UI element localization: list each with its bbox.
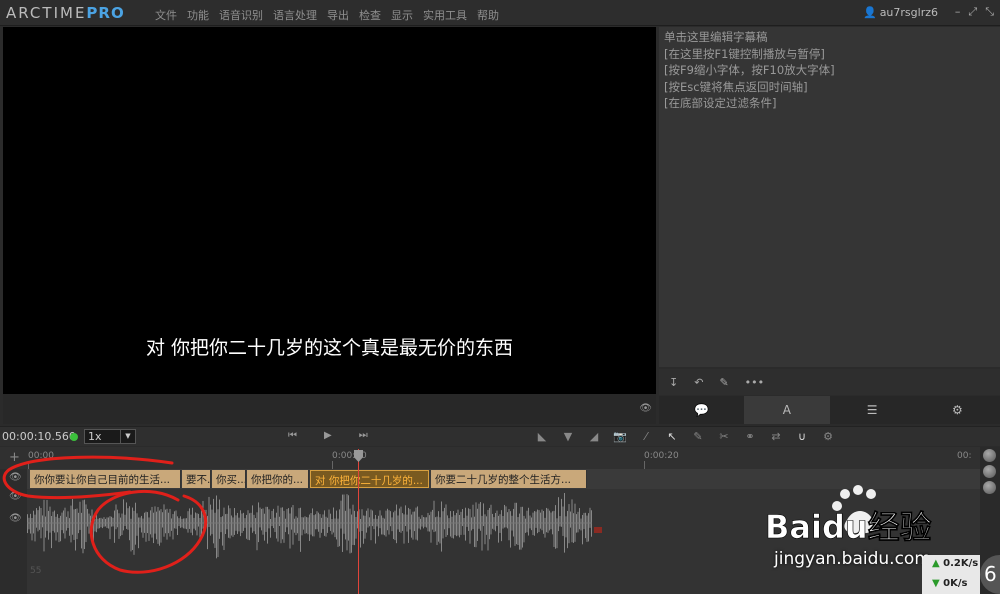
window-controls: – ⤢ ⤡ (955, 5, 994, 19)
app-logo: ARCTIMEPRO (6, 4, 125, 22)
subtitle-block[interactable]: 你要二十几岁的整个生活方... (431, 470, 587, 488)
audio-waveform[interactable] (27, 490, 592, 570)
speed-select[interactable]: 1x ▼ (84, 429, 136, 444)
subtitle-text-editor[interactable]: 单击这里编辑字幕稿 [在这里按F1键控制播放与暂停] [按F9缩小字体，按F10… (659, 27, 1000, 367)
subtitle-block[interactable]: 你你要让你自己目前的生活... (30, 470, 181, 488)
more-icon[interactable]: ••• (745, 376, 764, 389)
magnet-icon[interactable]: ∪ (794, 430, 810, 443)
track-label: 55 (30, 566, 42, 576)
tick-label: 00:00 (28, 451, 54, 461)
user-name: au7rsglrz6 (879, 6, 938, 19)
edit-icon[interactable]: ✎ (690, 430, 706, 443)
editor-hint-line: [在底部设定过滤条件] (664, 96, 777, 110)
sliders-icon: ⚙ (951, 403, 963, 417)
text-panel-toolbar: ↧ ↶ ✎ ••• (659, 369, 1000, 395)
zoom-icon[interactable] (983, 449, 996, 462)
tab-font[interactable]: A (744, 396, 830, 424)
timeline-toolbar: 00:00:10.560 1x ▼ ⏮ ▶ ⏭ ◣ ▼ ◢ 📷 ⁄ ↖ ✎ ✂ … (0, 426, 1000, 446)
menu-export[interactable]: 导出 (322, 7, 354, 23)
tick-label: 00: (957, 451, 972, 461)
marker-icon[interactable]: ▼ (560, 430, 576, 443)
undo-icon[interactable]: ↶ (694, 376, 703, 389)
logo-pro: PRO (86, 4, 125, 22)
tick-mark (332, 461, 333, 469)
gear-icon[interactable]: ⚙ (820, 430, 836, 443)
transport-controls: ⏮ ▶ ⏭ (288, 430, 368, 441)
logo-main: ARCTIME (6, 4, 87, 22)
tab-list[interactable]: ☰ (830, 396, 915, 424)
next-icon[interactable]: ⏭ (359, 430, 368, 441)
pointer-icon[interactable]: ↖ (664, 430, 680, 443)
minimize-button[interactable]: – (955, 5, 961, 19)
menu-speech-recognition[interactable]: 语音识别 (214, 7, 268, 23)
menu-file[interactable]: 文件 (150, 7, 182, 23)
video-subtitle: 对 你把你二十几岁的这个真是最无价的东西 (146, 337, 514, 359)
upload-speed: ▲ 0.2K/s (932, 558, 979, 569)
link-icon[interactable]: ⚭ (742, 430, 758, 443)
zoom-icon[interactable] (983, 481, 996, 494)
editor-hint-line: 单击这里编辑字幕稿 (664, 30, 768, 44)
playhead[interactable] (358, 449, 359, 594)
menu-help[interactable]: 帮助 (472, 7, 504, 23)
add-track-icon[interactable]: + (9, 450, 20, 465)
edit-tools: ◣ ▼ ◢ 📷 ⁄ ↖ ✎ ✂ ⚭ ⇄ ∪ ⚙ (534, 430, 836, 443)
status-dot (70, 433, 78, 441)
tick-mark (644, 461, 645, 469)
camera-icon[interactable]: 📷 (612, 430, 628, 443)
speed-value: 1x (88, 430, 102, 443)
tab-settings[interactable]: ⚙ (915, 396, 1000, 424)
tick-label: 0:00:20 (644, 451, 679, 461)
download-speed: ▼ 0K/s (932, 578, 968, 589)
video-preview[interactable]: 对 你把你二十几岁的这个真是最无价的东西 (3, 27, 656, 394)
menu-bar: ARCTIMEPRO 文件 功能 语音识别 语言处理 导出 检查 显示 实用工具… (0, 0, 1000, 26)
list-icon: ☰ (866, 403, 878, 417)
clip-end-marker (594, 527, 602, 533)
prev-icon[interactable]: ⏮ (288, 430, 297, 441)
magic-wand-icon[interactable]: ⁄ (638, 430, 654, 443)
menu-language-processing[interactable]: 语言处理 (268, 7, 322, 23)
watermark-url: jingyan.baidu.com (774, 549, 931, 569)
trim-right-icon[interactable]: ◢ (586, 430, 602, 443)
video-bottom-bar: 👁 (3, 394, 656, 424)
menu-function[interactable]: 功能 (182, 7, 214, 23)
restore-button[interactable]: ⤡ (985, 5, 994, 19)
user-icon: 👤 (862, 6, 877, 19)
text-panel-tabs: 💬 A ☰ ⚙ (659, 396, 1000, 424)
current-time: 00:00:10.560 (2, 430, 76, 443)
font-icon: A (782, 403, 791, 417)
menu-check[interactable]: 检查 (354, 7, 386, 23)
subtitle-block-active[interactable]: 对 你把你二十几岁的... (310, 470, 429, 488)
trim-left-icon[interactable]: ◣ (534, 430, 550, 443)
eye-icon[interactable]: 👁 (9, 472, 22, 483)
subtitle-block[interactable]: 要不... (182, 470, 211, 488)
eye-icon[interactable]: 👁 (9, 491, 22, 502)
insert-icon[interactable]: ↧ (669, 376, 678, 389)
chevron-down-icon: ▼ (120, 430, 135, 443)
editor-hint-line: [按Esc键将焦点返回时间轴] (664, 79, 808, 94)
main-menu: 文件 功能 语音识别 语言处理 导出 检查 显示 实用工具 帮助 (150, 7, 504, 23)
tick-mark (28, 461, 29, 469)
play-icon[interactable]: ▶ (324, 430, 332, 441)
speech-bubble-icon: 💬 (694, 403, 710, 417)
track-headers: 👁 👁 👁 (0, 469, 27, 594)
pencil-icon[interactable]: ✎ (719, 376, 728, 389)
editor-hint-line: [按F9缩小字体，按F10放大字体] (664, 63, 835, 77)
subtitle-block[interactable]: 你买... (212, 470, 246, 488)
subtitle-block[interactable]: 你把你的... (247, 470, 309, 488)
eye-icon[interactable]: 👁 (9, 513, 22, 524)
menu-display[interactable]: 显示 (386, 7, 418, 23)
scissors-icon[interactable]: ✂ (716, 430, 732, 443)
editor-hint-line: [在这里按F1键控制播放与暂停] (664, 46, 825, 61)
zoom-icon[interactable] (983, 465, 996, 478)
swap-icon[interactable]: ⇄ (768, 430, 784, 443)
eye-icon[interactable]: 👁 (639, 403, 652, 414)
menu-tools[interactable]: 实用工具 (418, 7, 472, 23)
tab-subtitle[interactable]: 💬 (659, 396, 744, 424)
timeline-ruler[interactable]: + 00:00 0:00:10 0:00:20 00: (0, 447, 980, 469)
user-account[interactable]: 👤 au7rsglrz6 (863, 6, 938, 19)
network-widget: ▲ 0.2K/s ▼ 0K/s (922, 555, 980, 594)
fullscreen-button[interactable]: ⤢ (968, 5, 977, 19)
